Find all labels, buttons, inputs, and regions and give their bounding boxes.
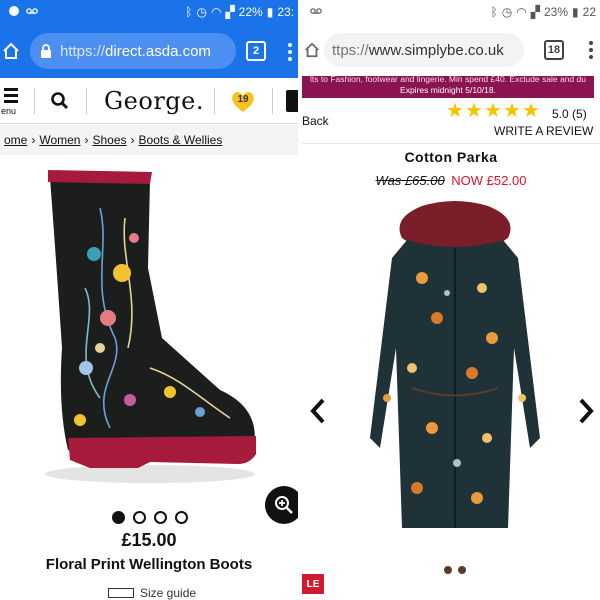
product-name: Floral Print Wellington Boots [45,556,253,573]
breadcrumb-women[interactable]: Women [39,133,80,147]
clock: 23: [277,5,294,19]
carousel-dot[interactable] [175,511,188,524]
carousel-dot[interactable] [112,511,125,524]
was-price: Was £65.00 [375,173,445,188]
wifi-icon: ◠ [516,5,527,19]
product-price: Was £65.00 NOW £52.00 [302,173,600,188]
simplybe-screen: ᛒ ◷ ◠ ▞ 23% ▮ 22 ttps://www.simplybe.co.… [302,0,600,600]
breadcrumb-home[interactable]: ome [4,133,27,147]
wishlist-count: 19 [237,94,249,105]
more-options-icon[interactable] [589,41,593,59]
bluetooth-icon: ᛒ [490,5,498,19]
basket-icon[interactable] [286,90,298,112]
back-link[interactable]: Back [302,114,329,128]
product-price: £15.00 [121,530,177,550]
carousel-dot[interactable] [133,511,146,524]
divider [214,88,215,114]
home-icon[interactable] [304,41,320,59]
zoom-button[interactable] [265,486,298,524]
rating-summary: 5.0 (5) [552,107,587,121]
zoom-icon [275,496,293,514]
size-guide-link[interactable]: Size guide [108,586,196,600]
star-icon: ★ [522,100,540,122]
rating-score: 5.0 [552,107,569,121]
write-review-link[interactable]: WRITE A REVIEW [494,124,593,138]
battery-level: 22% [238,5,263,19]
chevron-right-icon[interactable] [578,398,594,424]
george-logo[interactable]: George. [104,87,204,115]
clock: 22 [582,5,596,19]
promo-text: lts to Fashion, footwear and lingerie. M… [310,76,586,84]
wifi-icon: ◠ [210,5,222,19]
alarm-icon: ◷ [501,5,513,19]
app-notification-icon [9,6,19,16]
tab-switcher-button[interactable]: 18 [544,40,564,60]
battery-icon: ▮ [572,5,579,19]
product-image-parka[interactable] [362,198,548,598]
signal-icon: ▞ [225,5,235,19]
voicemail-icon [26,8,38,14]
ruler-icon [108,588,134,598]
divider [272,88,273,114]
sale-badge: LE [302,574,324,594]
divider [34,88,35,114]
breadcrumb-shoes[interactable]: Shoes [92,133,126,147]
size-guide-label: Size guide [140,586,197,600]
product-image-boot[interactable] [30,168,270,488]
menu-label[interactable]: enu [1,106,16,116]
breadcrumb: ome › Women › Shoes › Boots & Wellies [0,125,298,155]
product-title: Cotton Parka [404,149,498,165]
home-icon[interactable] [2,42,20,60]
address-bar[interactable]: ttps://www.simplybe.co.uk [324,33,524,67]
divider [302,143,600,144]
carousel-dot[interactable] [154,511,167,524]
url-host: www.simplybe.co.uk [368,41,504,59]
rating-count: (5) [572,107,587,121]
divider [86,88,87,114]
carousel-indicator [112,511,188,524]
alarm-icon: ◷ [196,5,207,19]
lock-icon [41,43,51,58]
tab-switcher-button[interactable]: 2 [246,41,266,61]
url-host: direct.asda.com [105,42,211,60]
menu-icon[interactable] [4,88,22,106]
star-icon: ★ [465,100,483,122]
signal-icon: ▞ [530,5,540,19]
promo-expiry: Expires midnight 5/10/18. [400,85,496,95]
more-options-icon[interactable] [288,43,292,61]
battery-level: 23% [544,5,569,19]
now-price: NOW £52.00 [451,173,527,188]
search-icon[interactable] [50,91,70,111]
bluetooth-icon: ᛒ [185,5,193,19]
breadcrumb-boots-wellies[interactable]: Boots & Wellies [139,133,223,147]
battery-icon: ▮ [266,5,274,19]
url-protocol: https:// [60,42,106,60]
voicemail-icon [310,8,322,14]
asda-screen: ᛒ ◷ ◠ ▞ 22% ▮ 23: https://direct.asda.co… [0,0,298,600]
promo-banner[interactable]: lts to Fashion, footwear and lingerie. M… [302,76,594,98]
status-bar: ᛒ ◷ ◠ ▞ 22% ▮ 23: [0,0,298,24]
star-icon: ★ [484,100,502,122]
url-protocol: ttps:// [332,41,369,59]
browser-toolbar: ttps://www.simplybe.co.uk 18 [302,24,600,76]
star-rating: ★ ★ ★ ★ ★ [446,100,540,122]
star-icon: ★ [446,100,464,122]
wishlist-button[interactable]: 19 [230,90,256,114]
status-bar: ᛒ ◷ ◠ ▞ 23% ▮ 22 [302,0,600,24]
site-header: enu George. 19 [0,78,298,124]
address-bar[interactable]: https://direct.asda.com [30,33,236,69]
chevron-left-icon[interactable] [310,398,326,424]
browser-toolbar: https://direct.asda.com 2 [0,24,298,78]
star-icon: ★ [503,100,521,122]
